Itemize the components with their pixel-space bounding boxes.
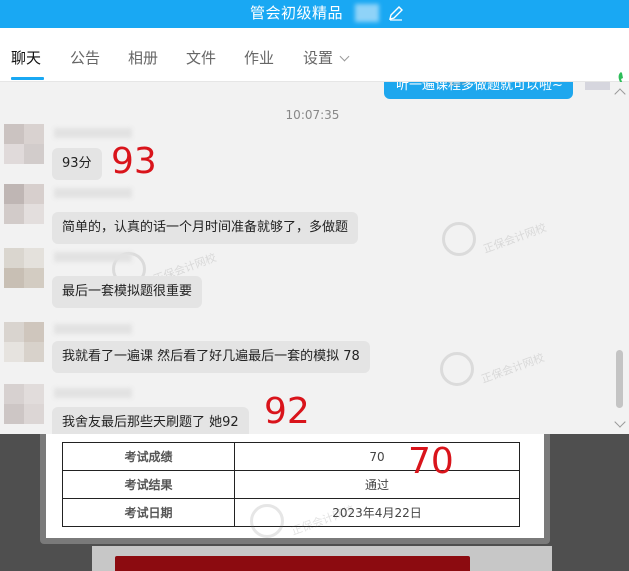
message-bubble: 我就看了一遍课 然后看了好几遍最后一套的模拟 78 <box>52 341 370 373</box>
tab-homework[interactable]: 作业 <box>244 48 274 68</box>
sender-nickname-redacted <box>54 324 132 334</box>
sender-avatar[interactable] <box>4 322 44 362</box>
avatar-block <box>24 124 44 144</box>
message-bubble: 93分 <box>52 148 102 180</box>
watermark-logo-icon <box>440 352 474 386</box>
avatar-block <box>24 322 44 342</box>
avatar-block <box>24 404 44 424</box>
sender-avatar[interactable] <box>4 124 44 164</box>
handwritten-score-annotation: 92 <box>264 391 310 432</box>
avatar-block <box>24 384 44 404</box>
avatar-block <box>4 268 24 288</box>
watermark: 正保会计网校 <box>442 221 549 256</box>
red-action-button[interactable] <box>115 556 470 571</box>
avatar-block <box>24 268 44 288</box>
table-row: 考试日期 2023年4月22日 <box>62 498 520 527</box>
avatar-block <box>4 404 24 424</box>
row-value: 70 <box>234 442 520 471</box>
row-label: 考试成绩 <box>62 442 235 471</box>
scroll-thumb[interactable] <box>616 350 623 408</box>
row-label: 考试日期 <box>62 498 235 527</box>
row-value: 通过 <box>234 470 520 499</box>
sender-nickname-redacted <box>54 188 132 198</box>
tab-album[interactable]: 相册 <box>128 48 158 68</box>
watermark-text: 正保会计网校 <box>479 351 547 386</box>
avatar-block <box>24 144 44 164</box>
message-bubble: 最后一套模拟题很重要 <box>52 276 203 308</box>
sender-avatar[interactable] <box>4 384 44 424</box>
avatar-block <box>24 204 44 224</box>
sender-nickname-redacted <box>54 388 132 398</box>
title-redacted-part <box>355 4 379 22</box>
watermark: 正保会计网校 <box>440 351 547 386</box>
avatar-block <box>4 204 24 224</box>
tab-settings-label: 设置 <box>303 49 334 67</box>
avatar-block <box>4 124 24 144</box>
handwritten-score-annotation: 70 <box>408 441 454 482</box>
pencil-icon[interactable] <box>387 4 405 22</box>
tab-files[interactable]: 文件 <box>186 48 216 68</box>
tab-bar: 聊天 公告 相册 文件 作业 设置 <box>0 28 629 90</box>
row-value: 2023年4月22日 <box>234 498 520 527</box>
sender-nickname-redacted <box>54 252 132 262</box>
avatar-block <box>4 144 24 164</box>
avatar-block <box>4 184 24 204</box>
message-bubble: 简单的，认真的话一个月时间准备就够了，多做题 <box>52 212 359 244</box>
avatar-block <box>4 384 24 404</box>
row-label: 考试结果 <box>62 470 235 499</box>
message-timestamp: 10:07:35 <box>285 108 340 122</box>
watermark-text: 正保会计网校 <box>481 221 549 256</box>
outgoing-message-bubble: 听一遍课程多做题就可以啦~ <box>384 82 573 99</box>
tab-chat[interactable]: 聊天 <box>11 48 41 68</box>
chevron-down-icon <box>339 51 350 62</box>
chat-scrollbar[interactable] <box>611 82 629 434</box>
scroll-down-icon[interactable] <box>614 416 626 428</box>
avatar-block <box>4 248 24 268</box>
message-bubble: 我舍友最后那些天刷题了 她92 <box>52 407 249 434</box>
watermark-logo-icon <box>442 222 476 256</box>
active-tab-indicator <box>11 77 44 80</box>
sender-nickname-redacted <box>54 128 132 138</box>
sender-avatar[interactable] <box>4 184 44 224</box>
avatar-block <box>4 342 24 362</box>
sender-avatar[interactable] <box>4 248 44 288</box>
title-bar: 管会初级精品 <box>0 0 629 28</box>
tab-announcements[interactable]: 公告 <box>70 48 100 68</box>
chat-panel: 听一遍课程多做题就可以啦~ 10:07:35 正保会计网校 正保会计网校 正保会… <box>0 82 629 434</box>
self-avatar[interactable] <box>585 82 610 90</box>
avatar-block <box>4 322 24 342</box>
avatar-block <box>24 184 44 204</box>
scroll-up-icon[interactable] <box>614 88 626 100</box>
handwritten-score-annotation: 93 <box>111 141 157 182</box>
avatar-block <box>24 248 44 268</box>
certificate-screenshot: 考试成绩 70 考试结果 通过 考试日期 2023年4月22日 70 正保会计网… <box>0 434 629 571</box>
group-title: 管会初级精品 <box>250 4 344 22</box>
tab-settings[interactable]: 设置 <box>303 48 350 68</box>
avatar-block <box>24 342 44 362</box>
